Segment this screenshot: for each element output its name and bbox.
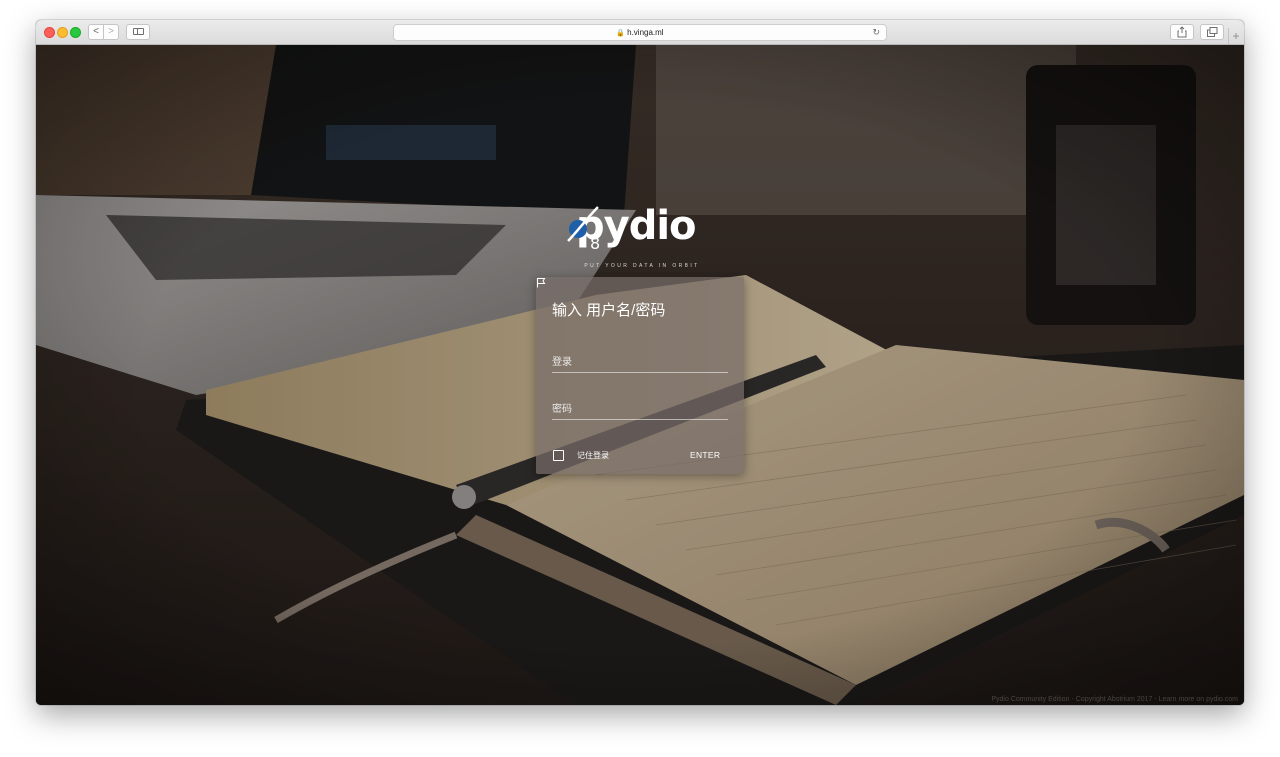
sidebar-toggle-button[interactable] xyxy=(126,24,150,40)
remember-checkbox[interactable] xyxy=(553,450,564,461)
login-title: 输入 用户名/密码 xyxy=(552,302,666,319)
back-button[interactable]: < xyxy=(88,24,104,40)
tabs-icon xyxy=(1206,27,1217,37)
address-url: h.vinga.ml xyxy=(627,28,664,37)
address-bar[interactable]: 🔒 h.vinga.ml ↻ xyxy=(393,24,887,41)
minimize-window-button[interactable] xyxy=(57,27,68,38)
show-tabs-button[interactable] xyxy=(1200,24,1224,40)
maximize-window-button[interactable] xyxy=(70,27,81,38)
reload-icon[interactable]: ↻ xyxy=(872,25,880,40)
new-tab-button[interactable]: + xyxy=(1228,28,1243,44)
pydio-logo: pydio 8 PUT YOUR DATA IN ORBIT xyxy=(566,203,716,273)
forward-button[interactable]: > xyxy=(103,24,119,40)
close-window-button[interactable] xyxy=(44,27,55,38)
lock-icon: 🔒 xyxy=(616,30,626,37)
remember-label: 记住登录 xyxy=(577,451,609,460)
login-page: pydio 8 PUT YOUR DATA IN ORBIT 输入 用户名/密码 xyxy=(36,45,1244,705)
logo-orbit-icon: 8 xyxy=(567,206,600,253)
share-icon xyxy=(1177,26,1187,38)
logo-tagline: PUT YOUR DATA IN ORBIT xyxy=(584,263,700,269)
browser-toolbar: < > 🔒 h.vinga.ml ↻ + xyxy=(36,20,1244,45)
language-flag-icon[interactable] xyxy=(536,277,546,288)
logo-version: 8 xyxy=(590,234,600,253)
username-field-wrap xyxy=(552,352,728,373)
password-input[interactable] xyxy=(552,399,728,419)
password-field-wrap xyxy=(552,399,728,420)
login-form: 输入 用户名/密码 记住登录 ENTER xyxy=(536,277,744,474)
footer-copyright: Pydio Community Edition - Copyright Abst… xyxy=(991,696,1238,703)
username-input[interactable] xyxy=(552,352,728,372)
sidebar-icon xyxy=(132,28,144,35)
enter-button[interactable]: ENTER xyxy=(686,447,724,463)
browser-window: < > 🔒 h.vinga.ml ↻ + pydio 8 PUT YOUR DA… xyxy=(36,20,1244,705)
share-button[interactable] xyxy=(1170,24,1194,40)
